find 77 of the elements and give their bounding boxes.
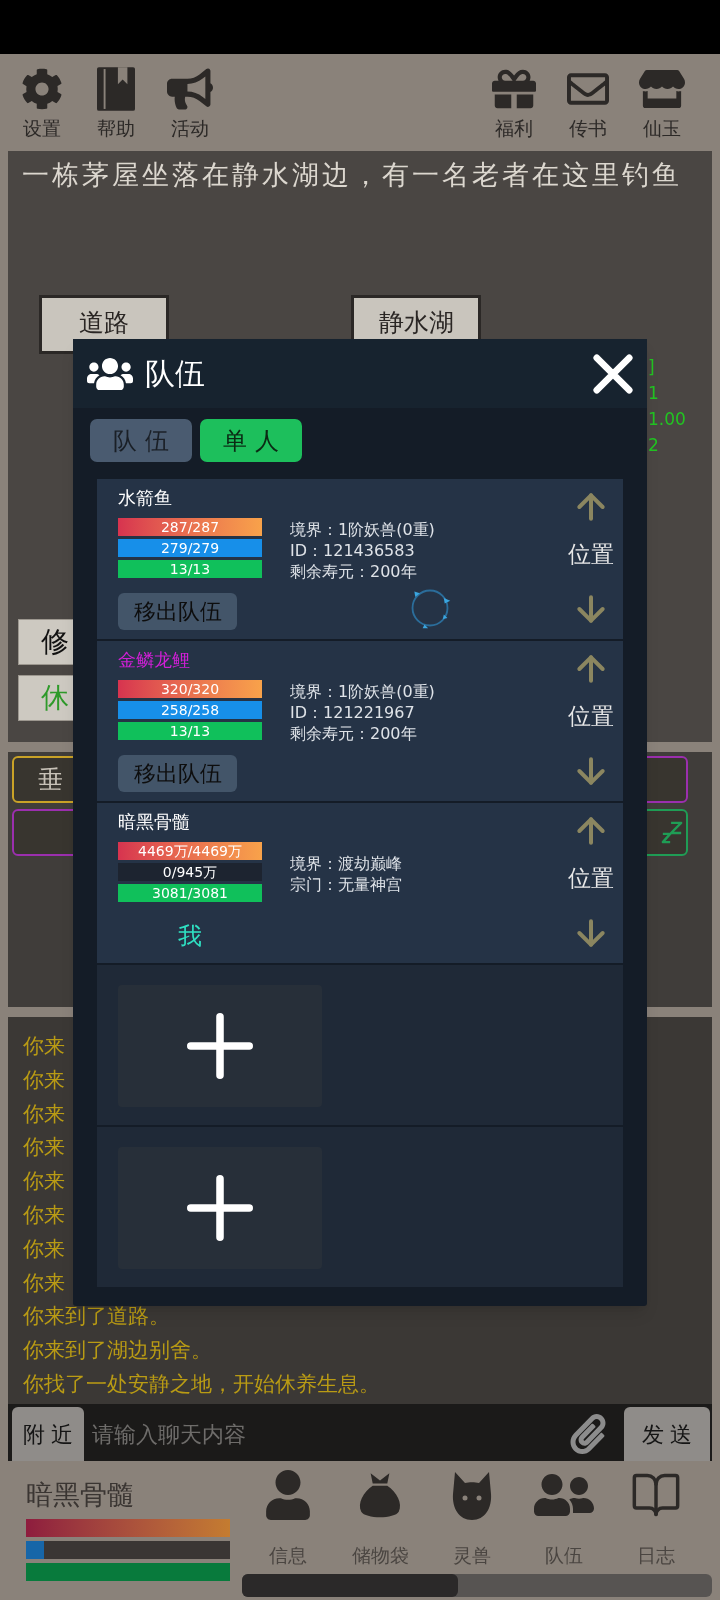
nav-button[interactable]: 队伍 <box>518 1469 610 1567</box>
member-name: 暗黑骨髓 <box>118 811 190 833</box>
stat-bar-value: 258/258 <box>159 701 221 719</box>
log-line: 你来 <box>23 1100 65 1128</box>
stat-bar-value: 279/279 <box>159 539 221 557</box>
log-line: 你来到了道路。 <box>23 1303 170 1331</box>
toolbar-button[interactable]: 设置 <box>14 66 70 140</box>
member-info: ID：121436583 <box>290 539 415 561</box>
stat-bar-value: 320/320 <box>159 680 221 698</box>
action-label: 休 <box>41 680 69 716</box>
paperclip-icon <box>568 1414 608 1454</box>
log-line: 你来 <box>23 1066 65 1094</box>
stat-text: 1.00 <box>648 408 686 431</box>
log-line: 你来 <box>23 1202 65 1229</box>
nav-button[interactable]: 日志 <box>610 1469 702 1567</box>
stat-text: ] <box>648 356 655 379</box>
book-icon <box>97 67 135 111</box>
channel-button[interactable]: 附 近 <box>12 1407 84 1461</box>
member-name: 水箭鱼 <box>118 487 172 509</box>
position-label: 位置 <box>568 541 614 567</box>
user-icon <box>265 1470 311 1520</box>
player-name: 暗黑骨髓 <box>26 1479 134 1511</box>
add-member-button[interactable] <box>118 1147 322 1269</box>
toolbar-button[interactable]: 仙玉 <box>634 66 690 140</box>
action-label: 修 <box>41 624 69 660</box>
log-line: 你来 <box>23 1033 65 1060</box>
toolbar-button[interactable]: 活动 <box>162 66 218 140</box>
nav-button[interactable]: 储物袋 <box>334 1469 426 1567</box>
plus-icon <box>187 1175 253 1241</box>
log-line: 你来 <box>23 1134 65 1162</box>
member-info: 剩余寿元：200年 <box>290 722 417 744</box>
scrollbar-thumb[interactable] <box>242 1574 458 1597</box>
shop-icon <box>639 68 685 110</box>
stat-text: 1 <box>648 382 659 405</box>
log-line: 你来 <box>23 1168 65 1196</box>
member-info: ID：121221967 <box>290 701 415 723</box>
stat-bar-value: 4469万/4469万 <box>137 842 243 860</box>
stat-text: 2 <box>648 434 659 457</box>
tab[interactable]: 队 伍 <box>90 419 192 462</box>
tab[interactable]: 单 人 <box>200 419 302 462</box>
nav-button[interactable]: 信息 <box>242 1469 334 1567</box>
log-line: 你来到了湖边别舍。 <box>23 1337 212 1365</box>
gift-icon <box>492 67 536 111</box>
megaphone-icon <box>167 68 213 110</box>
member-info: 境界：渡劫巅峰 <box>290 853 402 874</box>
scene-description: 一栋茅屋坐落在静水湖边，有一名老者在这里钓鱼 <box>21 158 683 192</box>
nav-button[interactable]: 灵兽 <box>426 1469 518 1567</box>
close-button[interactable] <box>592 352 634 395</box>
stat-bar-value: 13/13 <box>168 722 212 740</box>
position-label: 位置 <box>568 865 614 891</box>
sleep-icon <box>661 819 683 846</box>
position-label: 位置 <box>568 703 614 729</box>
close-icon <box>592 352 634 395</box>
settings-icon <box>21 68 63 110</box>
log-line: 你来 <box>23 1235 65 1263</box>
member-info: 宗门：无量神宫 <box>290 874 402 895</box>
toolbar-button[interactable]: 传书 <box>560 66 616 140</box>
stat-bar-value: 3081/3081 <box>151 884 229 902</box>
self-tag: 我 <box>178 922 202 950</box>
log-line: 你来 <box>23 1269 65 1297</box>
log-line: 你找了一处安静之地，开始休养生息。 <box>23 1370 380 1398</box>
remove-from-team-button[interactable]: 移出队伍 <box>118 755 237 792</box>
stat-bar-value: 13/13 <box>168 560 212 578</box>
member-info: 境界：1阶妖兽(0重) <box>290 680 435 702</box>
send-button[interactable]: 发 送 <box>624 1407 710 1461</box>
stat-bar-value: 287/287 <box>159 518 221 536</box>
member-name: 金鳞龙鲤 <box>118 649 190 671</box>
toolbar-button[interactable]: 福利 <box>486 66 542 140</box>
member-info: 境界：1阶妖兽(0重) <box>290 518 435 540</box>
member-info: 剩余寿元：200年 <box>290 560 417 582</box>
dialog-title: 队伍 <box>145 355 205 392</box>
stat-bar-value: 0/945万 <box>161 863 219 881</box>
remove-from-team-button[interactable]: 移出队伍 <box>118 593 237 630</box>
toolbar-button[interactable]: 帮助 <box>88 66 144 140</box>
add-member-button[interactable] <box>118 985 322 1107</box>
chat-input[interactable]: 请输入聊天内容 <box>92 1416 558 1452</box>
plus-icon <box>187 1013 253 1079</box>
